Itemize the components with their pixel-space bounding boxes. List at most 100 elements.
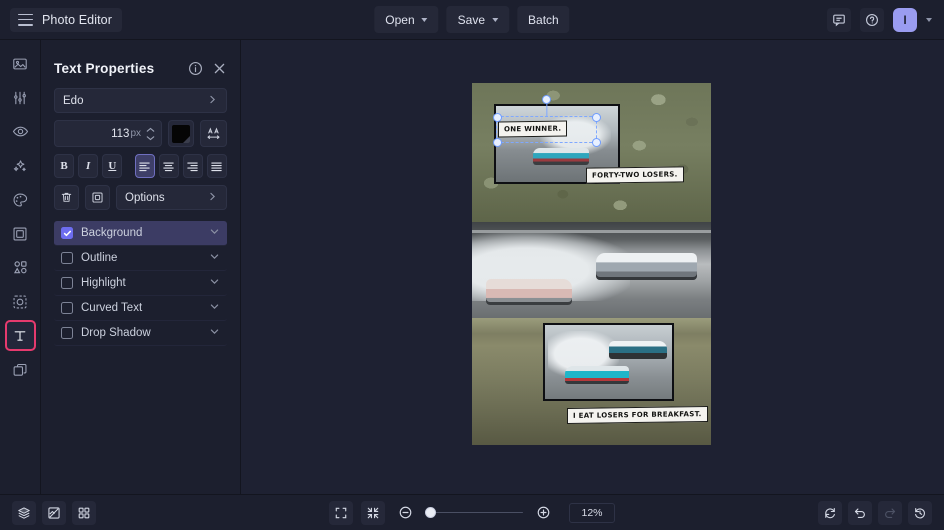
history-button[interactable] <box>908 500 932 525</box>
avatar[interactable]: I <box>893 7 917 32</box>
sidebar-item-retouch[interactable] <box>5 116 36 147</box>
close-button[interactable] <box>212 61 227 76</box>
align-justify-icon <box>211 161 223 171</box>
layers-button[interactable] <box>12 500 36 525</box>
zoom-slider-knob[interactable] <box>425 507 436 518</box>
options-label: Options <box>125 191 165 204</box>
panel-header: Text Properties <box>54 48 227 88</box>
selection-box[interactable] <box>492 95 601 147</box>
app-root: Photo Editor Open Save Batch I Text Prop… <box>0 0 944 530</box>
highlight-checkbox[interactable] <box>61 277 73 289</box>
effect-row-outline[interactable]: Outline <box>54 246 227 271</box>
reset-icon <box>825 507 835 518</box>
sidebar-item-text[interactable] <box>4 320 36 351</box>
artboard[interactable]: ONE WINNER. FORTY-TWO LOSERS. I EAT LOSE… <box>472 83 711 445</box>
font-size-stepper[interactable] <box>146 127 157 141</box>
chevron-down-icon[interactable] <box>209 299 220 317</box>
panel-header-icons <box>188 61 227 76</box>
sidebar-item-paint[interactable] <box>5 184 36 215</box>
stepper-down-icon[interactable] <box>146 135 155 141</box>
zoom-in-button[interactable] <box>531 501 555 525</box>
top-center-actions: Open Save Batch <box>374 6 570 33</box>
font-size-unit: px <box>130 128 141 139</box>
outline-checkbox[interactable] <box>61 252 73 264</box>
sidebar-item-image[interactable] <box>5 48 36 79</box>
fit-to-screen-button[interactable] <box>361 500 385 525</box>
handle-bottom-left[interactable] <box>492 137 502 147</box>
hamburger-icon <box>18 13 33 26</box>
effect-row-drop-shadow[interactable]: Drop Shadow <box>54 321 227 346</box>
align-center-icon <box>163 161 174 171</box>
chevron-down-icon[interactable] <box>209 249 220 267</box>
handle-top-left[interactable] <box>492 112 502 122</box>
redo-button[interactable] <box>878 500 902 525</box>
options-button[interactable]: Options <box>116 185 227 210</box>
curved-text-checkbox[interactable] <box>61 302 73 314</box>
text-layer-i-eat-losers[interactable]: I EAT LOSERS FOR BREAKFAST. <box>567 406 708 424</box>
underline-button[interactable]: U <box>102 154 123 178</box>
text-color-swatch[interactable] <box>168 120 194 147</box>
delete-text-button[interactable] <box>54 185 79 210</box>
sidebar-item-overlay[interactable] <box>5 354 36 385</box>
sidebar-item-shapes[interactable] <box>5 252 36 283</box>
save-button[interactable]: Save <box>446 6 510 33</box>
sidebar-item-adjust[interactable] <box>5 82 36 113</box>
frame-icon <box>13 227 27 240</box>
batch-button[interactable]: Batch <box>517 6 570 33</box>
fullscreen-button[interactable] <box>329 500 353 525</box>
palette-icon <box>13 193 28 206</box>
sidebar-item-cutout[interactable] <box>5 286 36 317</box>
handle-bottom-right[interactable] <box>591 137 601 147</box>
help-button[interactable] <box>860 7 884 32</box>
inset-car-blue <box>608 341 667 360</box>
effect-row-curved-text[interactable]: Curved Text <box>54 296 227 321</box>
app-menu-button[interactable]: Photo Editor <box>10 7 122 32</box>
align-left-button[interactable] <box>134 154 155 178</box>
zoom-out-button[interactable] <box>393 501 417 525</box>
info-button[interactable] <box>188 61 203 76</box>
stepper-up-icon[interactable] <box>146 127 155 133</box>
align-justify-button[interactable] <box>206 154 227 178</box>
overlay-icon <box>13 363 27 376</box>
chevron-down-icon[interactable] <box>209 274 220 292</box>
effect-row-background[interactable]: Background <box>54 221 227 246</box>
open-button[interactable]: Open <box>374 6 439 33</box>
comment-button[interactable] <box>827 7 851 32</box>
effect-label-outline: Outline <box>81 252 118 264</box>
text-layer-forty-two-losers[interactable]: FORTY-TWO LOSERS. <box>586 166 684 184</box>
chevron-down-icon[interactable] <box>209 324 220 342</box>
italic-button[interactable]: I <box>78 154 99 178</box>
top-bar: Photo Editor Open Save Batch I <box>0 0 944 40</box>
chevron-down-icon[interactable] <box>209 224 220 242</box>
reset-button[interactable] <box>818 500 842 525</box>
sidebar-item-frames[interactable] <box>5 218 36 249</box>
bottom-bar: 12% <box>0 494 944 530</box>
font-family-select[interactable]: Edo <box>54 88 227 113</box>
help-icon <box>866 13 878 26</box>
undo-button[interactable] <box>848 500 872 525</box>
align-right-button[interactable] <box>182 154 203 178</box>
canvas-area[interactable]: ONE WINNER. FORTY-TWO LOSERS. I EAT LOSE… <box>241 40 944 494</box>
duplicate-text-button[interactable] <box>85 185 110 210</box>
zoom-slider[interactable] <box>425 507 523 519</box>
align-center-button[interactable] <box>158 154 179 178</box>
effect-row-highlight[interactable]: Highlight <box>54 271 227 296</box>
history-icon <box>915 507 925 518</box>
grid-button[interactable] <box>72 500 96 525</box>
cutout-icon <box>13 295 27 308</box>
eye-icon <box>12 126 28 137</box>
replace-image-button[interactable] <box>42 500 66 525</box>
duplicate-icon <box>92 192 103 203</box>
italic-label: I <box>86 160 91 172</box>
zoom-level-input[interactable]: 12% <box>569 502 615 523</box>
background-checkbox[interactable] <box>61 227 73 239</box>
drop-shadow-checkbox[interactable] <box>61 327 73 339</box>
bold-button[interactable]: B <box>54 154 75 178</box>
letter-spacing-button[interactable] <box>200 120 227 147</box>
account-chevron-down-icon[interactable] <box>926 17 932 22</box>
rotation-handle[interactable] <box>542 95 551 104</box>
font-size-input[interactable]: 113 px <box>54 120 162 147</box>
sidebar-item-effects[interactable] <box>5 150 36 181</box>
undo-icon <box>854 507 865 518</box>
handle-top-right[interactable] <box>591 112 601 122</box>
